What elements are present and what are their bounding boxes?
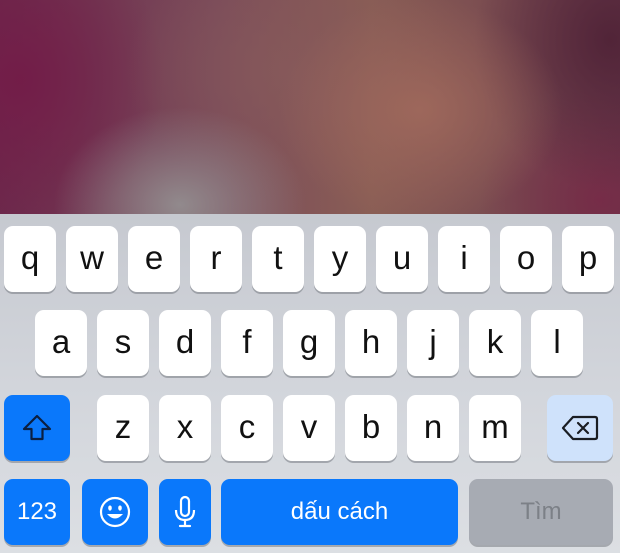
key-label: z bbox=[114, 407, 132, 445]
microphone-icon bbox=[173, 495, 197, 529]
key-z[interactable]: z bbox=[97, 395, 149, 461]
key-label: u bbox=[392, 238, 412, 276]
numbers-key-label: 123 bbox=[16, 498, 58, 525]
key-n[interactable]: n bbox=[407, 395, 459, 461]
key-label: l bbox=[553, 322, 561, 360]
key-j[interactable]: j bbox=[407, 310, 459, 376]
key-f[interactable]: f bbox=[221, 310, 273, 376]
key-w[interactable]: w bbox=[66, 226, 118, 292]
key-o[interactable]: o bbox=[500, 226, 552, 292]
key-r[interactable]: r bbox=[190, 226, 242, 292]
space-key[interactable]: dấu cách bbox=[221, 479, 458, 545]
shift-key[interactable] bbox=[4, 395, 70, 461]
key-label: a bbox=[51, 322, 71, 360]
key-label: b bbox=[361, 407, 381, 445]
key-y[interactable]: y bbox=[314, 226, 366, 292]
delete-key[interactable] bbox=[547, 395, 613, 461]
key-i[interactable]: i bbox=[438, 226, 490, 292]
emoji-key[interactable] bbox=[82, 479, 148, 545]
key-d[interactable]: d bbox=[159, 310, 211, 376]
key-label: q bbox=[20, 238, 40, 276]
key-p[interactable]: p bbox=[562, 226, 614, 292]
key-l[interactable]: l bbox=[531, 310, 583, 376]
blurred-wallpaper-background bbox=[0, 0, 620, 214]
key-a[interactable]: a bbox=[35, 310, 87, 376]
key-label: n bbox=[423, 407, 443, 445]
key-b[interactable]: b bbox=[345, 395, 397, 461]
key-label: t bbox=[273, 238, 283, 276]
space-key-label: dấu cách bbox=[290, 498, 389, 525]
key-label: g bbox=[299, 322, 319, 360]
key-label: c bbox=[238, 407, 256, 445]
key-label: x bbox=[176, 407, 194, 445]
key-s[interactable]: s bbox=[97, 310, 149, 376]
key-g[interactable]: g bbox=[283, 310, 335, 376]
numbers-key[interactable]: 123 bbox=[4, 479, 70, 545]
backspace-icon bbox=[561, 414, 599, 442]
key-label: i bbox=[460, 238, 468, 276]
on-screen-keyboard: q w e r t y u i o p a s d f g h j k l z … bbox=[0, 214, 620, 553]
key-t[interactable]: t bbox=[252, 226, 304, 292]
dictation-key[interactable] bbox=[159, 479, 211, 545]
key-e[interactable]: e bbox=[128, 226, 180, 292]
search-return-key-label: Tìm bbox=[520, 498, 562, 525]
key-label: o bbox=[516, 238, 536, 276]
key-m[interactable]: m bbox=[469, 395, 521, 461]
key-label: j bbox=[429, 322, 437, 360]
shift-arrow-icon bbox=[21, 413, 53, 443]
key-label: e bbox=[144, 238, 164, 276]
key-label: m bbox=[481, 407, 509, 445]
key-h[interactable]: h bbox=[345, 310, 397, 376]
key-x[interactable]: x bbox=[159, 395, 211, 461]
key-k[interactable]: k bbox=[469, 310, 521, 376]
key-v[interactable]: v bbox=[283, 395, 335, 461]
key-label: k bbox=[486, 322, 504, 360]
key-label: v bbox=[300, 407, 318, 445]
key-label: y bbox=[331, 238, 349, 276]
key-u[interactable]: u bbox=[376, 226, 428, 292]
key-label: d bbox=[175, 322, 195, 360]
smiley-icon bbox=[98, 495, 132, 529]
key-label: r bbox=[210, 238, 222, 276]
key-label: s bbox=[114, 322, 132, 360]
key-c[interactable]: c bbox=[221, 395, 273, 461]
key-label: w bbox=[80, 238, 104, 276]
key-label: p bbox=[578, 238, 598, 276]
key-label: f bbox=[242, 322, 252, 360]
key-q[interactable]: q bbox=[4, 226, 56, 292]
search-return-key[interactable]: Tìm bbox=[469, 479, 613, 545]
key-label: h bbox=[361, 322, 381, 360]
